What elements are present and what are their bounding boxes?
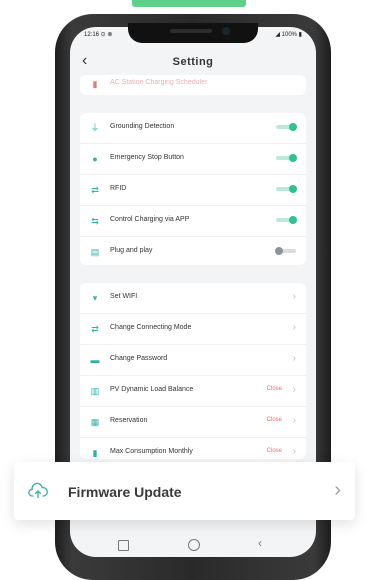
settings-row[interactable]: ▮ AC Station Charging Scheduler (80, 75, 306, 95)
recent-apps-icon[interactable] (118, 540, 129, 551)
toggle-row-label: Grounding Detection (110, 123, 175, 130)
chevron-right-icon: › (292, 384, 296, 395)
settings-row-label: AC Station Charging Scheduler (110, 79, 208, 86)
firmware-update-row[interactable]: Firmware Update › (14, 462, 355, 520)
settings-row-label: Change Password (110, 355, 168, 362)
connect-icon: ⇄ (91, 324, 99, 334)
settings-row-label: Max Consumption Monthly (110, 448, 193, 455)
top-accent-bar (132, 0, 246, 7)
lock-icon: ▬ (90, 355, 100, 365)
nav-back-icon[interactable]: ‹ (258, 536, 262, 550)
toggle-row-emergency-stop-button[interactable]: ● Emergency Stop Button (80, 144, 306, 175)
toggle-row-grounding-detection[interactable]: ⏚ Grounding Detection (80, 113, 306, 144)
toggle-row-label: Plug and play (110, 247, 153, 254)
wifi-icon: ▾ (92, 293, 98, 303)
settings-row-label: Reservation (110, 417, 148, 424)
settings-row-change-password[interactable]: ▬ Change Password › (80, 345, 306, 376)
rfid-icon: ⇄ (91, 185, 99, 195)
status-time: 12:16 ⊙ ⊗ (84, 32, 113, 38)
chevron-right-icon: › (334, 479, 341, 501)
chevron-right-icon: › (292, 322, 296, 333)
android-nav-bar: ‹ (70, 534, 316, 556)
toggle-switch-on[interactable] (276, 154, 297, 162)
ground-icon: ⏚ (90, 123, 100, 133)
settings-row-label: PV Dynamic Load Balance (110, 386, 194, 393)
status-badge: Close (266, 386, 282, 392)
settings-row-set-wifi[interactable]: ▾ Set WIFI › (80, 283, 306, 314)
meter-icon: ▮ (92, 448, 98, 458)
toggle-switch-on[interactable] (276, 216, 297, 224)
status-badge: Close (266, 448, 282, 454)
toggle-switch-on[interactable] (276, 123, 297, 131)
settings-row-pv-dynamic-load-balance[interactable]: ▥ PV Dynamic Load Balance Close › (80, 376, 306, 407)
toggle-switch-off[interactable] (275, 247, 296, 255)
status-badge: Close (266, 417, 282, 423)
stop-icon: ● (92, 154, 98, 164)
settings-row-change-connecting-mode[interactable]: ⇄ Change Connecting Mode › (80, 314, 306, 345)
plug-icon: ▤ (90, 247, 100, 257)
speaker-grill (170, 29, 212, 33)
chevron-right-icon: › (292, 415, 296, 426)
settings-row-reservation[interactable]: ▦ Reservation Close › (80, 407, 306, 438)
toggle-row-control-charging-via-app[interactable]: ⇆ Control Charging via APP (80, 206, 306, 237)
settings-group-top: ▮ AC Station Charging Scheduler (80, 75, 306, 95)
toggle-row-label: Emergency Stop Button (110, 154, 184, 161)
toggle-row-label: RFID (110, 185, 127, 192)
chevron-right-icon: › (292, 291, 296, 302)
app-header: ‹ Setting (70, 47, 316, 77)
charger-icon: ▮ (92, 79, 98, 89)
toggle-row-rfid[interactable]: ⇄ RFID (80, 175, 306, 206)
pv-icon: ▥ (90, 386, 100, 396)
settings-group-toggles: ⏚ Grounding Detection ● Emergency Stop B… (80, 113, 306, 265)
calendar-icon: ▦ (90, 417, 100, 427)
chevron-right-icon: › (292, 353, 296, 364)
firmware-update-label: Firmware Update (68, 484, 182, 500)
phone-notch (128, 23, 258, 43)
settings-row-label: Set WIFI (110, 293, 138, 300)
chevron-right-icon: › (292, 446, 296, 457)
front-camera (222, 27, 230, 35)
toggle-row-plug-and-play[interactable]: ▤ Plug and play (80, 237, 306, 267)
cloud-upload-icon (28, 482, 48, 499)
settings-group-options: ▾ Set WIFI › ⇄ Change Connecting Mode › … (80, 283, 306, 459)
toggle-row-label: Control Charging via APP (110, 216, 190, 223)
toggle-switch-on[interactable] (276, 185, 297, 193)
settings-row-label: Change Connecting Mode (110, 324, 192, 331)
home-icon[interactable] (188, 539, 200, 551)
app-icon: ⇆ (91, 216, 99, 226)
page-title: Setting (172, 56, 214, 68)
status-system: ◢ 100% ▮ (275, 32, 302, 38)
